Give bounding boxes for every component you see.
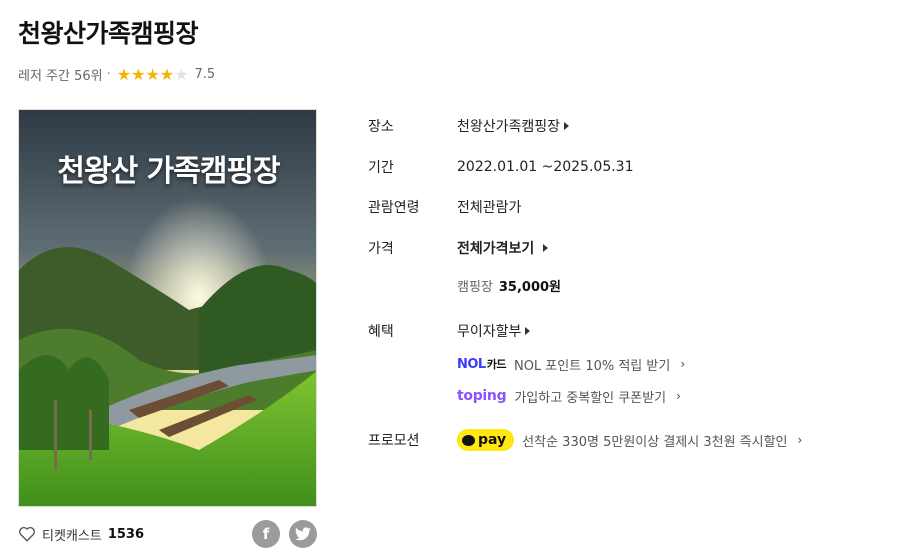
period-value: 2022.01.01 ~2025.05.31 — [457, 159, 634, 175]
view-all-prices-label: 전체가격보기 — [457, 241, 535, 257]
period-label: 기간 — [368, 160, 394, 176]
info-row-price: 가격 전체가격보기 — [368, 238, 888, 258]
chevron-right-icon: › — [797, 433, 803, 447]
poster-headline: 천왕산 가족캠핑장 — [57, 154, 280, 189]
speech-bubble-icon — [462, 434, 475, 446]
page-title: 천왕산가족캠핑장 — [18, 19, 199, 48]
separator-dot: · — [106, 67, 111, 82]
info-row-venue: 장소 천왕산가족캠핑장 — [368, 116, 888, 136]
nol-benefit: NOL카드 NOL 포인트 10% 적립 받기 › — [368, 354, 888, 374]
triangle-right-icon — [543, 244, 549, 252]
nol-benefit-link[interactable]: NOL카드 NOL 포인트 10% 적립 받기 › — [457, 355, 685, 374]
share-buttons: f — [252, 520, 317, 548]
nol-card-logo: NOL카드 — [457, 357, 506, 372]
nol-benefit-text: NOL 포인트 10% 적립 받기 — [513, 358, 671, 374]
toping-benefit: toping 가입하고 중복할인 쿠폰받기 › — [368, 386, 888, 406]
info-row-age: 관람연령 전체관람가 — [368, 197, 888, 217]
venue-value: 천왕산가족캠핑장 — [457, 119, 561, 135]
twitter-share-button[interactable] — [289, 520, 317, 548]
view-all-prices-button[interactable]: 전체가격보기 — [457, 238, 549, 258]
venue-link[interactable]: 천왕산가족캠핑장 — [457, 116, 570, 136]
chevron-right-icon: › — [680, 357, 686, 371]
heart-icon[interactable] — [18, 525, 36, 543]
ticketcast-count: 1536 — [107, 526, 144, 542]
venue-label: 장소 — [368, 119, 394, 135]
toping-benefit-link[interactable]: toping 가입하고 중복할인 쿠폰받기 › — [457, 387, 681, 406]
price-label: 가격 — [368, 241, 394, 257]
price-item-label: 캠핑장 — [457, 279, 493, 295]
triangle-right-icon — [564, 122, 570, 130]
promotion-label: 프로모션 — [368, 433, 420, 449]
ticketcast-label: 티켓캐스트 — [42, 528, 102, 544]
facebook-share-button[interactable]: f — [252, 520, 280, 548]
star-rating: ★ ★ ★ ★ ★ — [116, 64, 189, 84]
toping-benefit-text: 가입하고 중복할인 쿠폰받기 — [514, 390, 667, 406]
age-label: 관람연령 — [368, 200, 420, 216]
price-item-line: 캠핑장 35,000원 — [457, 276, 561, 295]
poster-footer: 티켓캐스트 1536 f — [18, 520, 317, 548]
rating-score: 7.5 — [194, 67, 216, 82]
star-icon: ★ — [145, 64, 160, 84]
age-value: 전체관람가 — [457, 200, 522, 216]
poster-image[interactable]: 천왕산 가족캠핑장 — [18, 109, 317, 507]
star-icon: ★ — [159, 64, 175, 84]
price-item-amount: 35,000원 — [498, 279, 562, 295]
info-row-benefit: 혜택 무이자할부 — [368, 321, 888, 341]
triangle-right-icon — [525, 327, 531, 335]
toping-logo: toping — [457, 388, 507, 404]
info-row-promotion: 프로모션 pay 선착순 330명 5만원이상 결제시 3천원 즉시할인 › — [368, 428, 888, 452]
facebook-icon: f — [262, 525, 270, 543]
promotion-text: 선착순 330명 5만원이상 결제시 3천원 즉시할인 — [522, 434, 788, 450]
kakaopay-logo: pay — [457, 429, 515, 451]
info-row-period: 기간 2022.01.01 ~2025.05.31 — [368, 157, 888, 177]
star-icon: ★ — [131, 64, 146, 84]
installment-link[interactable]: 무이자할부 — [457, 321, 531, 341]
ranking-text[interactable]: 레저 주간 56위 — [18, 65, 103, 84]
promotion-link[interactable]: pay 선착순 330명 5만원이상 결제시 3천원 즉시할인 › — [457, 429, 802, 451]
chevron-right-icon: › — [676, 389, 681, 403]
star-icon: ★ — [116, 64, 132, 84]
ranking-line: 레저 주간 56위 · ★ ★ ★ ★ ★ 7.5 — [18, 65, 215, 84]
benefit-label: 혜택 — [368, 324, 394, 340]
twitter-icon — [295, 527, 311, 541]
installment-value: 무이자할부 — [457, 324, 522, 340]
price-item: 캠핑장 35,000원 — [368, 275, 888, 295]
star-empty-icon: ★ — [174, 64, 189, 84]
